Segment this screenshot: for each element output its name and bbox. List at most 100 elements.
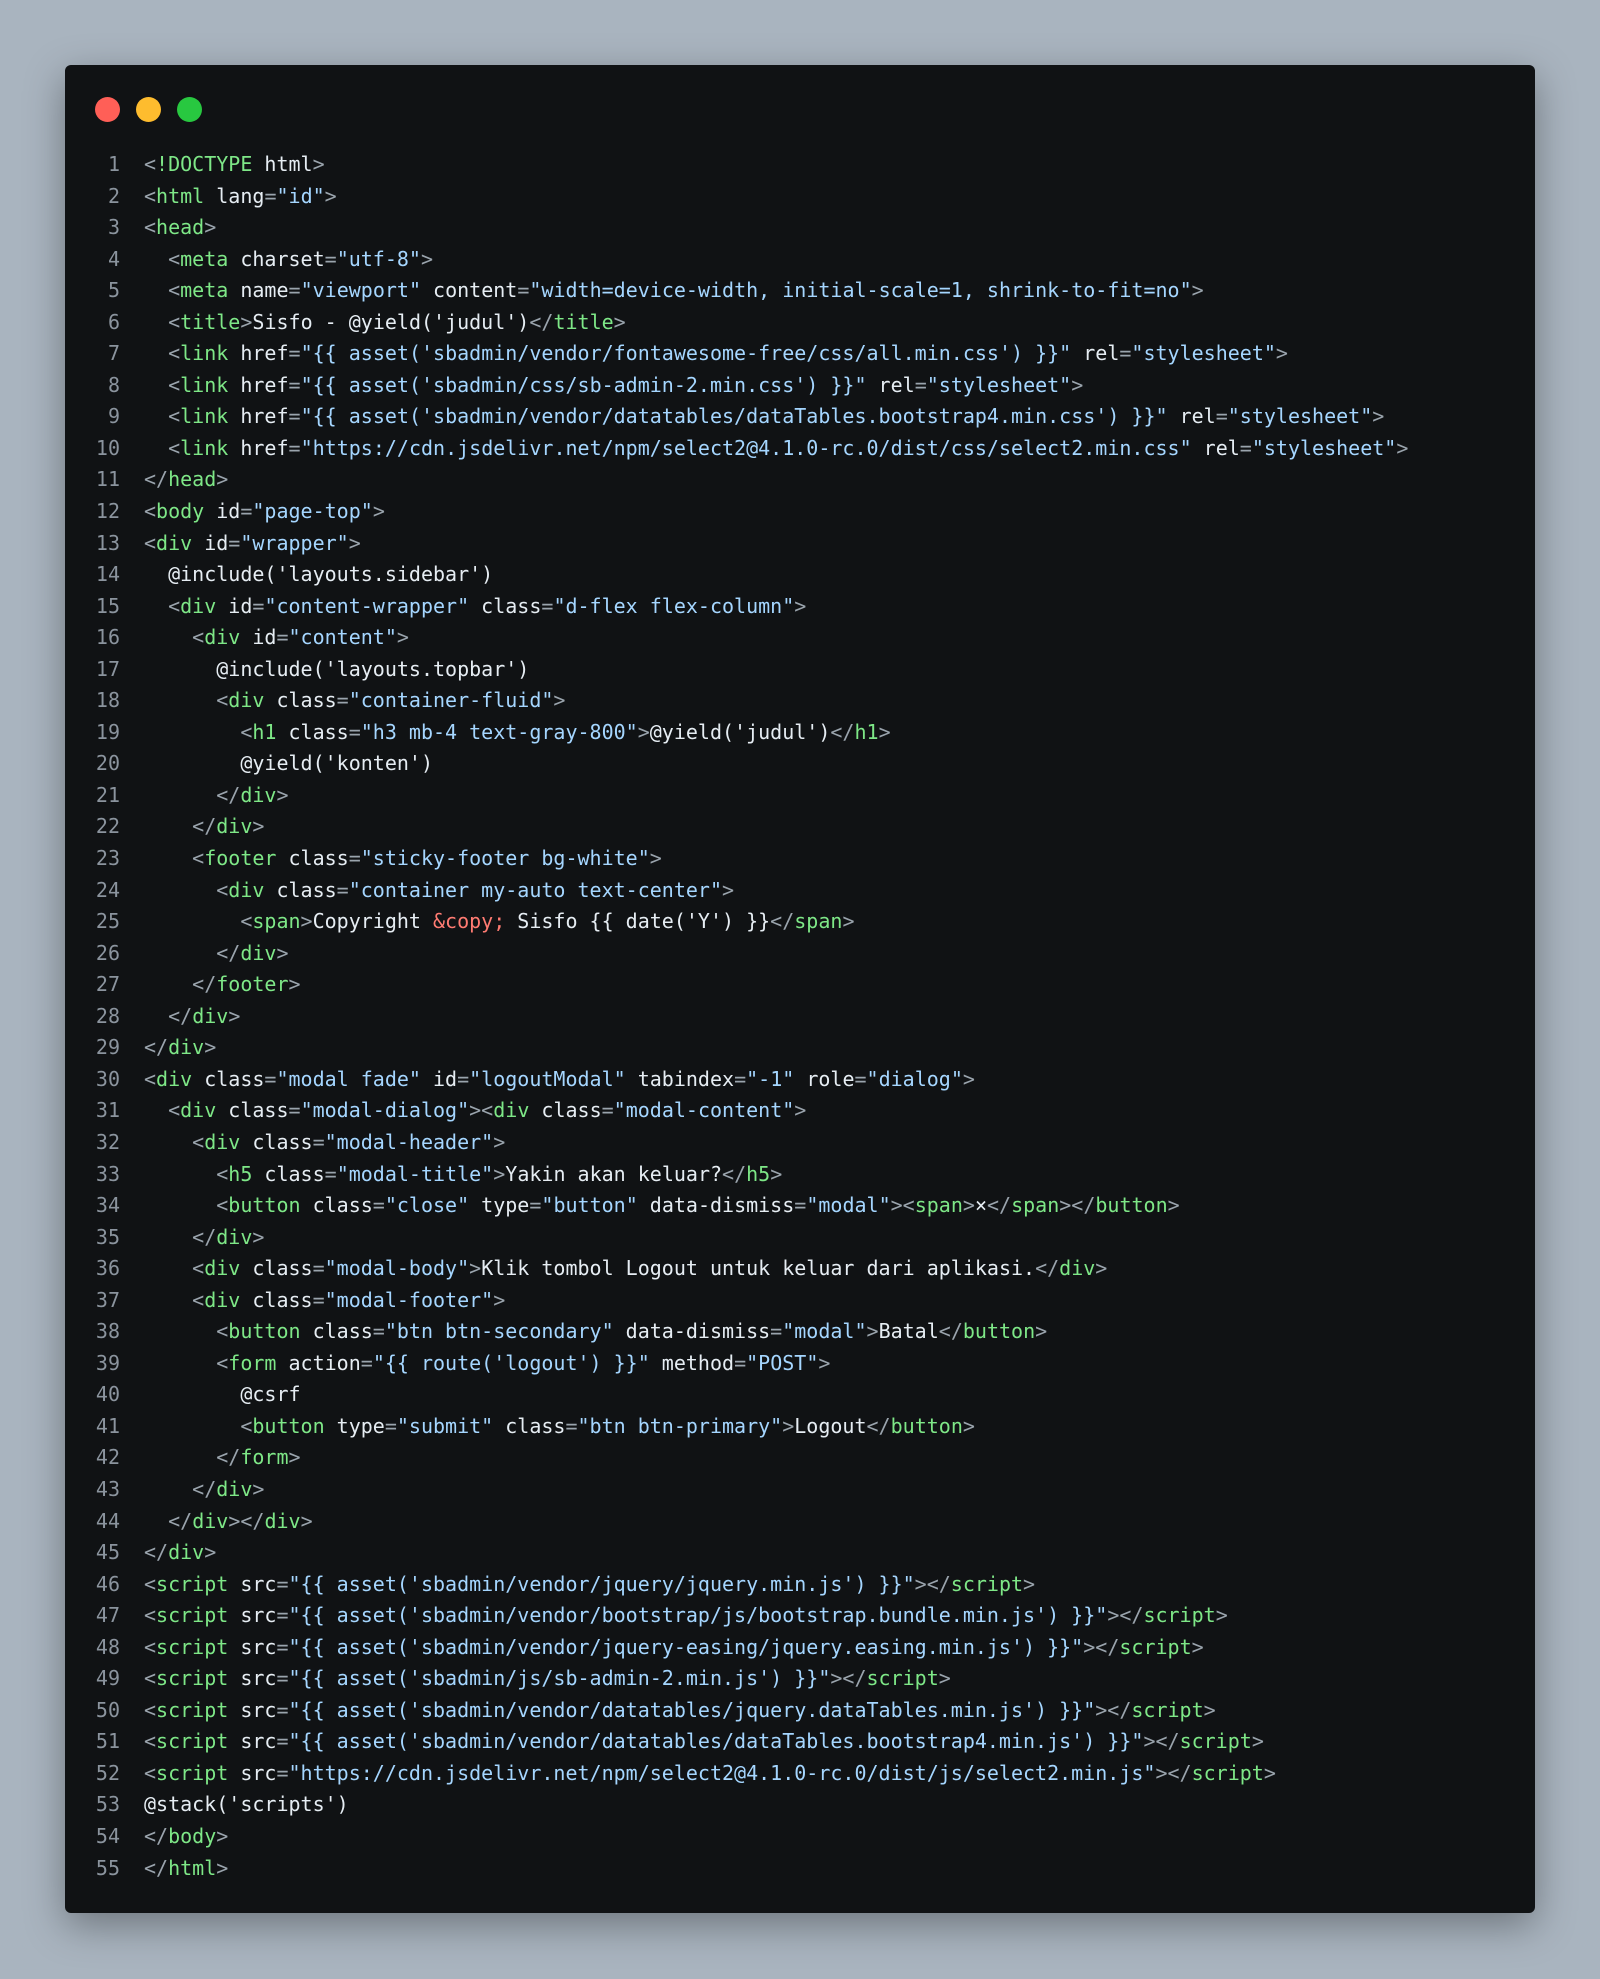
code-token: < (168, 372, 181, 397)
line-source: <button class="close" type="button" data… (120, 1190, 1179, 1222)
code-line: 9 <link href="{{ asset('sbadmin/vendor/d… (65, 401, 1535, 433)
code-line: 36 <div class="modal-body">Klik tombol L… (65, 1253, 1535, 1285)
line-number: 55 (95, 1855, 120, 1880)
code-token: > (204, 215, 217, 240)
code-line: 23 <footer class="sticky-footer bg-white… (65, 843, 1535, 875)
code-token: > (372, 499, 385, 524)
code-token: > (276, 782, 289, 807)
line-number: 42 (95, 1445, 120, 1470)
code-line: 16 <div id="content"> (65, 622, 1535, 654)
code-token: </ (144, 1540, 169, 1565)
line-source: @yield('konten') (120, 748, 433, 780)
code-line: 45 </div> (65, 1537, 1535, 1569)
code-token: < (216, 1350, 229, 1375)
code-token: script (156, 1634, 229, 1659)
code-token: < (168, 593, 181, 618)
code-token: > (216, 1855, 229, 1880)
code-token: div (204, 1287, 241, 1312)
code-token: "{{ asset('sbadmin/vendor/jquery/jquery.… (288, 1571, 915, 1596)
line-number: 52 (95, 1760, 120, 1785)
line-number: 12 (95, 499, 120, 524)
code-token: type (469, 1193, 530, 1218)
code-token: link (180, 372, 229, 397)
code-token: link (180, 404, 229, 429)
code-token: !DOCTYPE (156, 152, 253, 176)
line-source: <button type="submit" class="btn btn-pri… (120, 1411, 975, 1443)
code-token: head (156, 215, 205, 240)
code-token: method (649, 1350, 735, 1375)
code-token: </ (216, 782, 241, 807)
code-token: "id" (276, 183, 325, 208)
code-token: = (541, 593, 554, 618)
code-token: > (722, 877, 735, 902)
line-source: <div id="wrapper"> (120, 528, 361, 560)
code-token: "content-wrapper" (264, 593, 470, 618)
code-token: class (216, 1098, 289, 1123)
code-token: × (974, 1193, 987, 1218)
code-token: > (1203, 1697, 1216, 1722)
code-token: = (1239, 435, 1252, 460)
code-token: "container-fluid" (348, 688, 554, 713)
code-token: href (228, 372, 289, 397)
code-line: 28 </div> (65, 1001, 1535, 1033)
code-line: 14 @include('layouts.sidebar') (65, 559, 1535, 591)
line-number: 15 (95, 593, 120, 618)
code-token: body (168, 1823, 217, 1848)
code-token: > (493, 1161, 506, 1186)
code-token: </ (144, 1823, 169, 1848)
line-source: </head> (120, 464, 228, 496)
line-number: 54 (95, 1823, 120, 1848)
code-token: < (192, 1287, 205, 1312)
code-token: rel (1191, 435, 1240, 460)
line-source: </div> (120, 1474, 264, 1506)
code-token: "wrapper" (240, 530, 349, 555)
code-token: div (168, 1540, 205, 1565)
line-number: 9 (107, 404, 120, 429)
code-line: 51 <script src="{{ asset('sbadmin/vendor/… (65, 1726, 1535, 1758)
code-token: class (529, 1098, 602, 1123)
code-token: "viewport" (300, 278, 421, 303)
code-line: 15 <div id="content-wrapper" class="d-fl… (65, 591, 1535, 623)
code-line: 44 </div></div> (65, 1506, 1535, 1538)
line-number: 37 (95, 1287, 120, 1312)
code-line: 30 <div class="modal fade" id="logoutModa… (65, 1064, 1535, 1096)
code-token: "modal fade" (276, 1066, 421, 1091)
line-source: <script src="{{ asset('sbadmin/vendor/da… (120, 1726, 1264, 1758)
code-token: < (216, 1319, 229, 1344)
code-token: class (252, 1161, 325, 1186)
code-token: < (168, 341, 181, 366)
code-token: = (529, 1193, 542, 1218)
code-line: 2 <html lang="id"> (65, 181, 1535, 213)
line-source: </div> (120, 1032, 216, 1064)
close-button[interactable] (95, 97, 120, 122)
code-token: > (1035, 1319, 1048, 1344)
line-number: 10 (95, 435, 120, 460)
line-source: <form action="{{ route('logout') }}" met… (120, 1348, 830, 1380)
code-token: > (420, 246, 434, 271)
line-source: <script src="{{ asset('sbadmin/vendor/jq… (120, 1569, 1035, 1601)
code-token: > (1095, 1256, 1108, 1281)
code-token: id (216, 593, 253, 618)
line-source: <script src="{{ asset('sbadmin/js/sb-adm… (120, 1663, 951, 1695)
line-number: 26 (95, 940, 120, 965)
code-token: < (144, 152, 157, 176)
line-source: <footer class="sticky-footer bg-white"> (120, 843, 662, 875)
code-token: < (216, 877, 229, 902)
line-number: 53 (95, 1792, 120, 1817)
zoom-button[interactable] (177, 97, 202, 122)
code-token: = (457, 1066, 470, 1091)
code-token: Copyright (312, 909, 434, 934)
code-token: </ (144, 467, 169, 492)
code-token: "stylesheet" (1227, 404, 1373, 429)
minimize-button[interactable] (136, 97, 161, 122)
code-token: meta (180, 278, 229, 303)
code-token: src (228, 1571, 277, 1596)
line-source: <h5 class="modal-title">Yakin akan kelua… (120, 1159, 782, 1191)
code-line: 42 </form> (65, 1442, 1535, 1474)
